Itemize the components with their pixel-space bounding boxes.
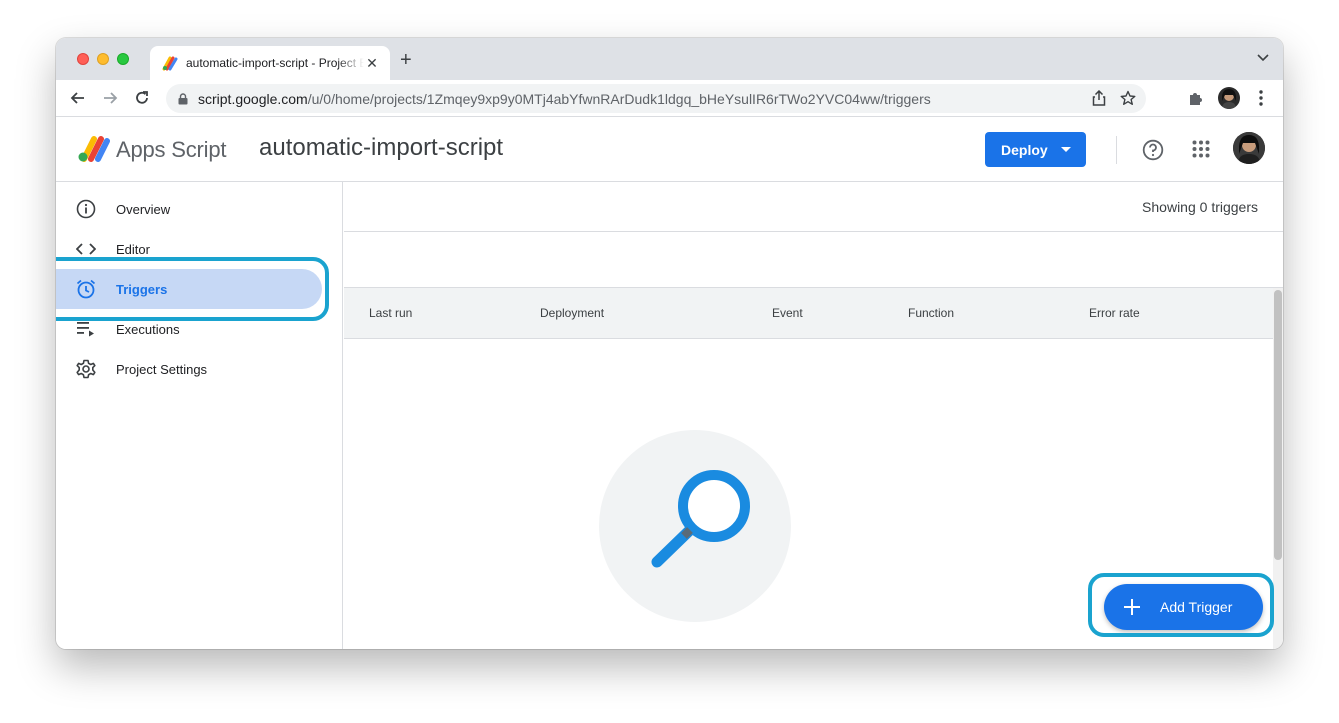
triggers-table-header: Last run Deployment Event Function Error…: [344, 288, 1273, 339]
column-header-function[interactable]: Function: [908, 306, 954, 320]
add-trigger-highlight-ring: [1088, 573, 1274, 637]
tab-close-icon[interactable]: ✕: [364, 55, 380, 72]
product-name[interactable]: Apps Script: [116, 137, 226, 163]
zoom-window-button[interactable]: [117, 53, 129, 65]
trigger-count-bar: Showing 0 triggers: [344, 182, 1283, 232]
deploy-button-label: Deploy: [1001, 141, 1048, 158]
filter-bar[interactable]: [344, 232, 1283, 288]
bookmark-star-icon[interactable]: [1120, 90, 1136, 106]
url-path: /u/0/home/projects/1Zmqey9xp9y0MTj4abYfw…: [307, 90, 931, 107]
lock-icon[interactable]: [178, 92, 188, 105]
column-header-error-rate[interactable]: Error rate: [1089, 306, 1140, 320]
url-text: script.google.com/u/0/home/projects/1Zmq…: [198, 91, 931, 107]
close-window-button[interactable]: [77, 53, 89, 65]
extensions-puzzle-icon[interactable]: [1187, 89, 1205, 107]
reload-icon[interactable]: [133, 89, 151, 107]
share-icon[interactable]: [1092, 90, 1106, 106]
back-arrow-icon[interactable]: [69, 89, 87, 107]
new-tab-icon[interactable]: +: [400, 50, 412, 70]
gear-icon: [74, 357, 98, 381]
tab-strip: automatic-import-script - Project Editor…: [56, 38, 1283, 80]
url-host: script.google.com: [198, 90, 308, 107]
trigger-count-text: Showing 0 triggers: [1142, 199, 1258, 215]
info-icon: [74, 197, 98, 221]
triggers-highlight-ring: [56, 257, 329, 321]
magnifying-glass-icon: [651, 470, 750, 568]
sidebar-item-label: Project Settings: [116, 361, 208, 377]
tab-title: automatic-import-script - Project Editor…: [186, 56, 364, 70]
browser-menu-icon[interactable]: [1254, 89, 1268, 107]
sidebar: Overview Editor Triggers Executions Proj…: [56, 182, 343, 649]
sidebar-item-label: Editor: [116, 241, 150, 257]
browser-toolbar: script.google.com/u/0/home/projects/1Zmq…: [56, 80, 1283, 117]
column-header-last-run[interactable]: Last run: [369, 306, 412, 320]
apps-script-favicon-icon: [162, 56, 178, 71]
browser-tab[interactable]: automatic-import-script - Project Editor…: [150, 46, 390, 80]
project-title[interactable]: automatic-import-script: [259, 134, 503, 162]
account-avatar[interactable]: [1233, 132, 1265, 164]
sidebar-item-project-settings[interactable]: Project Settings: [56, 349, 322, 389]
header-divider: [1116, 136, 1117, 164]
app-header: Apps Script automatic-import-script Depl…: [56, 117, 1283, 182]
chevron-down-icon: [1061, 147, 1071, 152]
browser-window: automatic-import-script - Project Editor…: [56, 38, 1283, 649]
deploy-button[interactable]: Deploy: [985, 132, 1086, 167]
apps-script-logo-icon[interactable]: [78, 133, 110, 163]
address-bar[interactable]: script.google.com/u/0/home/projects/1Zmq…: [166, 84, 1146, 113]
help-icon[interactable]: [1142, 139, 1164, 161]
scrollbar-thumb[interactable]: [1274, 290, 1282, 560]
column-header-deployment[interactable]: Deployment: [540, 306, 604, 320]
sidebar-item-overview[interactable]: Overview: [56, 189, 322, 229]
tab-search-chevron-icon[interactable]: [1257, 54, 1269, 62]
column-header-event[interactable]: Event: [772, 306, 803, 320]
sidebar-item-label: Executions: [116, 321, 180, 337]
google-apps-grid-icon[interactable]: [1192, 140, 1210, 158]
browser-profile-avatar[interactable]: [1218, 87, 1240, 109]
sidebar-item-label: Overview: [116, 201, 171, 217]
forward-arrow-icon[interactable]: [101, 89, 119, 107]
minimize-window-button[interactable]: [97, 53, 109, 65]
